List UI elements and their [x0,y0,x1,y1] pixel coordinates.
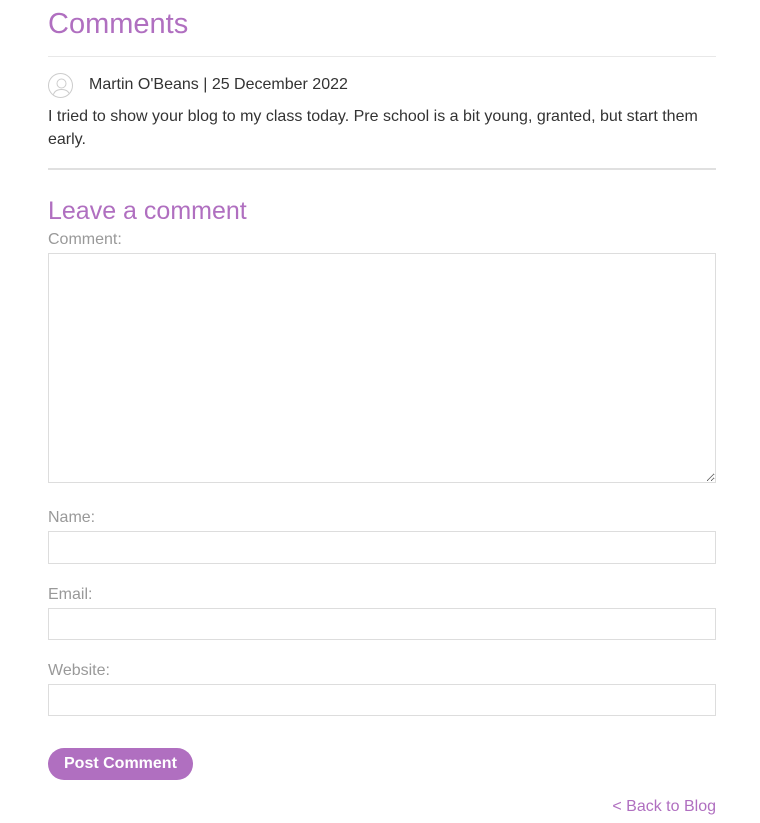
name-input[interactable] [48,531,716,564]
email-input[interactable] [48,608,716,640]
comment-form: Leave a comment Comment: Name: Email: We… [48,196,716,780]
name-label: Name: [48,509,96,526]
leave-comment-heading: Leave a comment [48,197,247,225]
comment-item: Martin O'Beans | 25 December 2022 I trie… [48,72,716,170]
comment-author-date: Martin O'Beans | 25 December 2022 [89,76,348,93]
comment-textarea[interactable] [48,253,716,483]
website-label: Website: [48,662,110,679]
email-label: Email: [48,586,93,603]
user-avatar-icon [48,72,73,98]
website-input[interactable] [48,684,716,716]
page: Comments Martin O'Beans | 25 December 20… [0,0,760,823]
content-column: Comments Martin O'Beans | 25 December 20… [48,0,716,817]
back-to-blog-link[interactable]: < Back to Blog [48,797,716,817]
comments-heading: Comments [48,7,716,57]
comment-header: Martin O'Beans | 25 December 2022 [48,72,716,98]
comment-label: Comment: [48,231,122,248]
comment-text: I tried to show your blog to my class to… [48,105,716,170]
post-comment-button[interactable]: Post Comment [48,748,193,780]
